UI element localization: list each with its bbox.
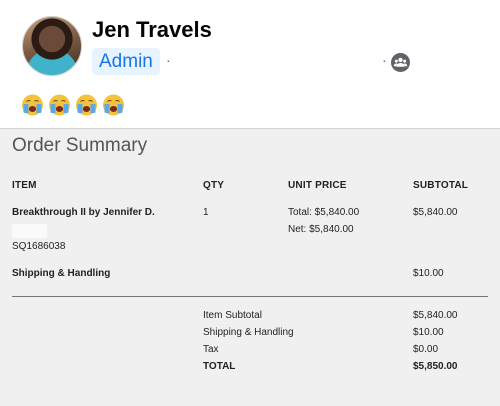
- reaction-emojis: [20, 93, 126, 117]
- item-subtotal: $5,840.00: [413, 207, 458, 218]
- crying-face-emoji-icon: [49, 94, 70, 116]
- column-header-unit-price: UNIT PRICE: [288, 180, 347, 191]
- column-header-qty: QTY: [203, 180, 225, 191]
- group-icon[interactable]: [391, 53, 410, 72]
- order-summary: Order Summary ITEM QTY UNIT PRICE SUBTOT…: [0, 128, 500, 406]
- post-header: Jen Travels Admin · ·: [0, 0, 500, 136]
- separator-dot: ·: [166, 52, 171, 68]
- admin-badge: Admin: [92, 48, 160, 75]
- item-total-price: Total: $5,840.00: [288, 207, 360, 218]
- item-net-price: Net: $5,840.00: [288, 224, 354, 235]
- divider: [12, 296, 488, 297]
- separator-dot: ·: [382, 52, 387, 68]
- order-summary-title: Order Summary: [12, 135, 148, 156]
- crying-face-emoji-icon: [103, 94, 124, 116]
- totals-total: $5,850.00: [413, 361, 458, 372]
- crying-face-emoji-icon: [22, 94, 43, 116]
- totals-item-subtotal: $5,840.00: [413, 310, 458, 321]
- totals-shipping: $10.00: [413, 327, 444, 338]
- totals-item-subtotal-label: Item Subtotal: [203, 310, 262, 321]
- shipping-line-amount: $10.00: [413, 268, 444, 279]
- redacted-block: [12, 224, 47, 238]
- item-sku: SQ1686038: [12, 241, 66, 252]
- totals-tax: $0.00: [413, 344, 439, 355]
- author-name[interactable]: Jen Travels: [92, 17, 212, 43]
- item-name: Breakthrough II by Jennifer D.: [12, 207, 155, 218]
- totals-shipping-label: Shipping & Handling: [203, 327, 294, 338]
- totals-tax-label: Tax: [203, 344, 219, 355]
- totals-total-label: TOTAL: [203, 361, 236, 372]
- shipping-line-label: Shipping & Handling: [12, 268, 111, 279]
- avatar[interactable]: [22, 16, 82, 76]
- column-header-subtotal: SUBTOTAL: [413, 180, 469, 191]
- column-header-item: ITEM: [12, 180, 37, 191]
- crying-face-emoji-icon: [76, 94, 97, 116]
- item-qty: 1: [203, 207, 209, 218]
